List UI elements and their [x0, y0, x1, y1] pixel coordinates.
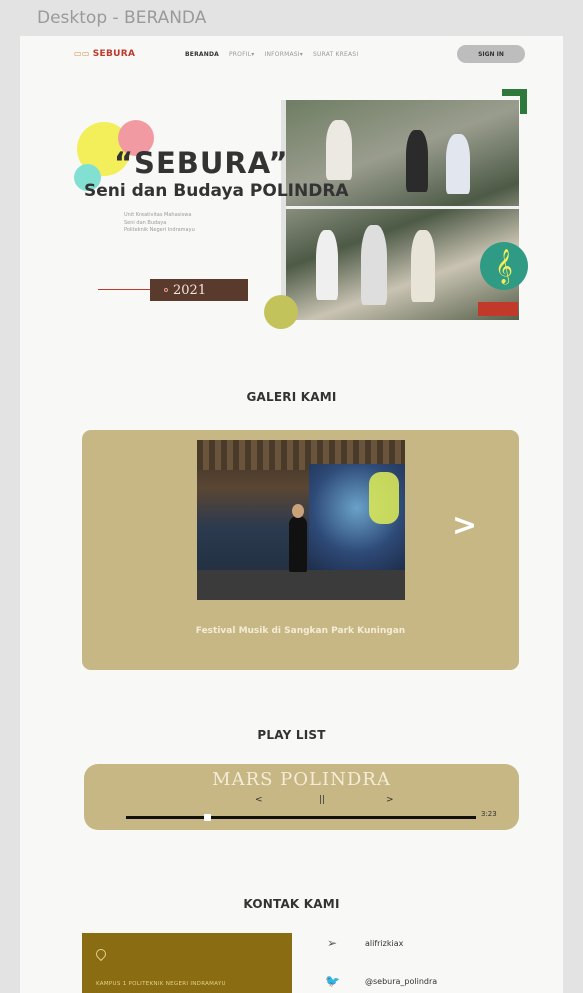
- nav-item-profil[interactable]: PROFIL▾: [229, 51, 255, 58]
- frame-label: Desktop - BERANDA: [37, 8, 207, 28]
- twitter-icon: 🐦: [325, 974, 340, 988]
- decor-circle-olive: [264, 295, 298, 329]
- photo-stage-backdrop: [309, 464, 405, 574]
- treble-clef-icon: 𝄞: [480, 242, 528, 290]
- logo-mark-icon: ▭▭: [74, 49, 90, 58]
- photo-figure: [411, 230, 435, 302]
- hero-desc-line: Politeknik Negeri Indramayu: [124, 227, 195, 233]
- year-text: 2021: [173, 282, 207, 298]
- gallery-photo[interactable]: [197, 440, 405, 600]
- photo-figure: [316, 230, 338, 300]
- social-handle: @sebura_polindra: [365, 976, 438, 986]
- hero-desc-line: Unit Kreativitas Mahasiswa: [124, 212, 192, 218]
- photo-sign: [369, 472, 399, 524]
- progress-track[interactable]: [126, 816, 476, 819]
- year-dot-icon: [164, 288, 168, 292]
- next-button[interactable]: >: [386, 795, 394, 805]
- hero-desc-line: Seni dan Budaya: [124, 219, 167, 226]
- photo-performer: [289, 516, 307, 572]
- gallery-title: GALERI KAMI: [246, 390, 337, 404]
- photo-figure: [361, 225, 387, 305]
- nav-links: BERANDA PROFIL▾ INFORMASI▾ SURAT KREASI: [185, 51, 358, 58]
- gallery-caption: Festival Musik di Sangkan Park Kuningan: [195, 626, 406, 636]
- gallery-carousel: > Festival Musik di Sangkan Park Kuninga…: [82, 430, 519, 670]
- photo-figure: [446, 134, 470, 194]
- hero-title: “SEBURA”: [114, 146, 289, 180]
- song-duration: 3:23: [481, 810, 497, 818]
- hero-photo: [281, 100, 519, 320]
- pause-button[interactable]: ||: [319, 795, 325, 805]
- photo-floor: [197, 570, 405, 600]
- previous-button[interactable]: <: [255, 795, 263, 805]
- nav-item-informasi[interactable]: INFORMASI▾: [264, 51, 302, 58]
- social-item-instagram[interactable]: ➢ alifrizkiax: [325, 936, 403, 950]
- hero-subtitle: Seni dan Budaya POLINDRA: [84, 181, 349, 201]
- page: ▭▭ SEBURA BERANDA PROFIL▾ INFORMASI▾ SURA…: [20, 36, 563, 993]
- navbar: ▭▭ SEBURA BERANDA PROFIL▾ INFORMASI▾ SURA…: [20, 36, 563, 74]
- progress-handle[interactable]: [203, 814, 211, 821]
- music-player: MARS POLINDRA < || > 3:23: [84, 764, 519, 830]
- chevron-right-icon[interactable]: >: [452, 508, 477, 543]
- send-icon: ➢: [326, 936, 338, 950]
- photo-figure: [326, 120, 352, 180]
- social-handle: alifrizkiax: [365, 938, 404, 948]
- photo-tag: [478, 302, 518, 316]
- playlist-title: PLAY LIST: [257, 728, 326, 742]
- social-item-twitter[interactable]: 🐦 @sebura_polindra: [325, 974, 437, 988]
- campus-address: KAMPUS 1 POLITEKNIK NEGERI INDRAMAYU: [96, 981, 226, 987]
- hero-description: Unit Kreativitas Mahasiswa Seni dan Buda…: [124, 212, 195, 235]
- contact-title: KONTAK KAMI: [243, 897, 340, 911]
- logo-text: SEBURA: [92, 49, 136, 59]
- logo[interactable]: ▭▭ SEBURA: [74, 49, 135, 59]
- year-badge: 2021: [150, 279, 248, 301]
- contact-card: KAMPUS 1 POLITEKNIK NEGERI INDRAMAYU: [82, 933, 292, 993]
- signin-button[interactable]: SIGN IN: [457, 45, 525, 63]
- song-title: MARS POLINDRA: [212, 769, 391, 790]
- photo-divider: [286, 206, 519, 209]
- photo-figure: [406, 130, 428, 192]
- nav-item-beranda[interactable]: BERANDA: [185, 51, 219, 58]
- nav-item-surat-kreasi[interactable]: SURAT KREASI: [313, 51, 358, 58]
- year-line: [98, 289, 150, 290]
- decor-corner: [502, 89, 527, 114]
- photo-performer-head: [292, 504, 304, 518]
- location-pin-icon: [93, 946, 109, 962]
